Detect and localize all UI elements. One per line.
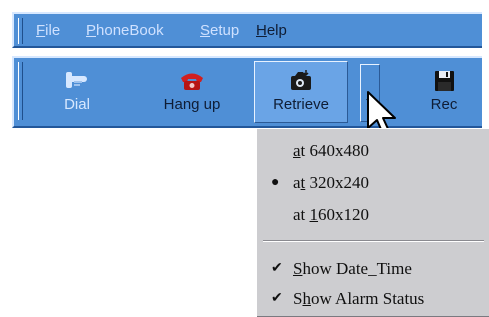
floppy-disk-icon	[435, 71, 454, 91]
dial-label: Dial	[64, 96, 90, 113]
check-icon: ✔	[271, 291, 283, 306]
menu-item-show-alarm-status[interactable]: ✔ Show Alarm Status	[257, 285, 489, 313]
retrieve-dropdown-menu: at 640x480 ● at 320x240 at 160x120 ✔ Sho…	[256, 128, 489, 317]
item-prefix: at	[293, 205, 310, 224]
rec-label: Rec	[430, 96, 458, 113]
menu-setup[interactable]: Setup	[200, 22, 239, 40]
retrieve-camera-icon	[291, 70, 311, 90]
menu-help-label: elp	[266, 22, 287, 39]
radio-selected-icon: ●	[271, 175, 280, 190]
item-accel: a	[293, 141, 301, 160]
item-label: 320x240	[305, 173, 370, 192]
menu-separator	[263, 240, 484, 242]
toolbar: Dial Hang up Retrieve Rec	[12, 56, 482, 128]
menu-file-accel: F	[36, 22, 46, 39]
check-icon: ✔	[271, 261, 283, 276]
menu-setup-label: etup	[210, 22, 240, 39]
hang-up-label: Hang up	[163, 96, 221, 113]
red-telephone-icon	[181, 73, 203, 90]
menu-file[interactable]: File	[36, 22, 60, 40]
menu-item-640x480[interactable]: at 640x480	[257, 137, 489, 165]
item-accel: h	[302, 289, 311, 308]
menu-help-accel: H	[256, 22, 267, 39]
menu-bar: File PhoneBook Setup Help	[12, 12, 482, 48]
application-window: File PhoneBook Setup Help Dial Hang up R…	[0, 0, 489, 135]
retrieve-button[interactable]: Retrieve	[254, 61, 348, 123]
menubar-grip[interactable]	[18, 18, 23, 44]
phone-pointer-icon	[66, 72, 87, 88]
dial-button[interactable]: Dial	[44, 62, 110, 122]
menu-item-160x120[interactable]: at 160x120	[257, 201, 489, 229]
menu-phonebook-accel: P	[86, 22, 97, 39]
retrieve-label: Retrieve	[273, 96, 329, 113]
menu-item-show-date-time[interactable]: ✔ Show Date_Time	[257, 255, 489, 283]
menu-phonebook[interactable]: PhoneBook	[86, 22, 164, 40]
item-label: t 640x480	[300, 141, 370, 160]
hang-up-button[interactable]: Hang up	[150, 62, 234, 122]
rec-button[interactable]: Rec	[412, 62, 476, 122]
item-label: ow Alarm Status	[310, 289, 425, 308]
toolbar-grip[interactable]	[18, 62, 23, 120]
menu-item-320x240[interactable]: ● at 320x240	[257, 169, 489, 197]
item-label: how Date_Time	[302, 259, 412, 278]
menu-help[interactable]: Help	[256, 22, 287, 40]
item-label: 60x120	[318, 205, 370, 224]
menu-setup-accel: S	[200, 22, 211, 39]
menu-phonebook-label: honeBook	[96, 22, 164, 39]
item-prefix: a	[293, 173, 301, 192]
menu-file-label: ile	[45, 22, 61, 39]
item-accel: 1	[309, 205, 319, 224]
